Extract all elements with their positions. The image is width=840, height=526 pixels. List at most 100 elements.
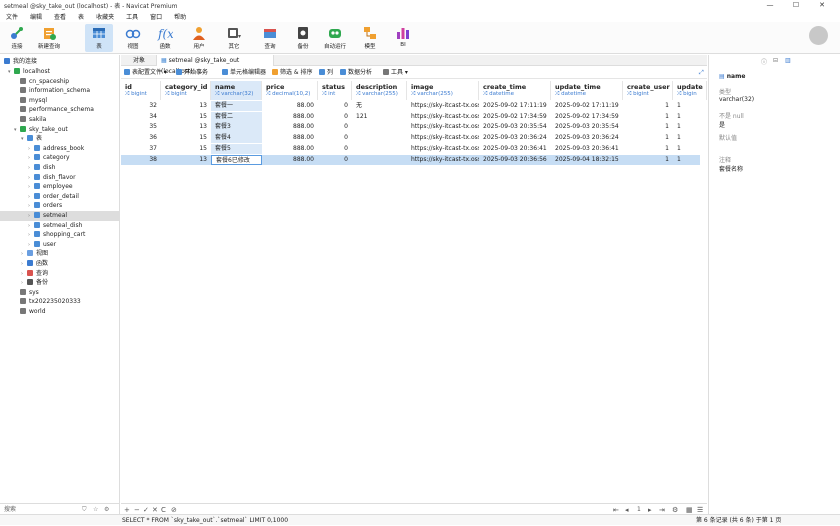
table-cell-category-id[interactable]: 13: [161, 155, 211, 165]
tree-item[interactable]: › orders: [0, 201, 120, 211]
table-cell-category-id[interactable]: 15: [161, 112, 211, 122]
table-cell-create-time[interactable]: 2025-09-02 17:11:19: [479, 101, 551, 111]
menu-edit[interactable]: 编辑: [24, 12, 48, 21]
tree-item[interactable]: › 查询: [0, 269, 120, 279]
sidebar-search[interactable]: 搜索 ⛉ ☆ ⚙: [0, 503, 120, 514]
tree-item[interactable]: › 函数: [0, 259, 120, 269]
table-cell-status[interactable]: 0: [318, 122, 352, 132]
table-cell-update-time[interactable]: 2025-09-03 20:35:54: [551, 122, 623, 132]
user-button[interactable]: 用户: [185, 24, 213, 52]
query-button[interactable]: 查询: [256, 24, 284, 52]
ddl-icon[interactable]: ⊟: [773, 57, 778, 64]
maximize-button[interactable]: ☐: [786, 0, 806, 11]
table-cell-category-id[interactable]: 15: [161, 144, 211, 154]
table-cell-category-id[interactable]: 13: [161, 101, 211, 111]
table-cell-status[interactable]: 0: [318, 155, 352, 165]
tree-item[interactable]: ▾ localhost: [0, 67, 120, 77]
column-header[interactable]: id ⤮ bigint: [121, 81, 161, 100]
table-cell-create-user[interactable]: 1: [623, 133, 673, 143]
profile-button[interactable]: 表配置文件 ▾: [124, 67, 167, 79]
view-button[interactable]: 视图: [119, 24, 147, 52]
table-cell-update-time[interactable]: 2025-09-03 20:36:41: [551, 144, 623, 154]
expand-icon[interactable]: ⤢: [699, 67, 704, 79]
table-cell-update-time[interactable]: 2025-09-04 18:32:15: [551, 155, 623, 165]
table-cell-create-time[interactable]: 2025-09-03 20:35:54: [479, 122, 551, 132]
search-input[interactable]: 搜索: [4, 506, 16, 513]
tree-item[interactable]: › address_book: [0, 144, 120, 154]
column-header[interactable]: category_id ⤮ bigint: [161, 81, 211, 100]
tree-item[interactable]: world: [0, 307, 120, 317]
menu-help[interactable]: 帮助: [168, 12, 192, 21]
table-cell-update-time[interactable]: 2025-09-02 17:34:59: [551, 112, 623, 122]
tree-item[interactable]: information_schema: [0, 86, 120, 96]
table-cell-image[interactable]: https://sky-itcast-tx.oss: [407, 122, 479, 132]
tree-item[interactable]: › 视图: [0, 249, 120, 259]
menu-tools[interactable]: 工具: [120, 12, 144, 21]
table-cell-description[interactable]: 121: [352, 112, 407, 122]
column-header[interactable]: status ⤮ int: [318, 81, 352, 100]
table-row[interactable]: 37 15 套餐5 888.00 0 https://sky-itcast-tx.oss 2…: [121, 143, 700, 155]
table-cell-category-id[interactable]: 13: [161, 122, 211, 132]
tree-item[interactable]: sys: [0, 288, 120, 298]
backup-button[interactable]: 备份: [289, 24, 317, 52]
column-header[interactable]: create_user ⤮ bigint: [623, 81, 673, 100]
table-cell-update[interactable]: 1: [673, 155, 707, 165]
tree-item[interactable]: tx202235020333: [0, 297, 120, 307]
table-cell-category-id[interactable]: 15: [161, 133, 211, 143]
table-cell-status[interactable]: 0: [318, 101, 352, 111]
data-analysis-button[interactable]: 数据分析: [340, 67, 372, 79]
table-cell-update[interactable]: 1: [673, 144, 707, 154]
table-button[interactable]: 表: [85, 24, 113, 52]
column-header[interactable]: description ⤮ varchar(255): [352, 81, 407, 100]
column-header[interactable]: price ⤮ decimal(10,2): [262, 81, 318, 100]
table-cell-image[interactable]: https://sky-itcast-tx.oss: [407, 155, 479, 165]
tree-item[interactable]: sakila: [0, 115, 120, 125]
tree-item[interactable]: › dish: [0, 163, 120, 173]
tree-item[interactable]: ▾ sky_take_out: [0, 125, 120, 135]
table-cell-update[interactable]: 1: [673, 101, 707, 111]
begin-transaction-button[interactable]: 开始事务: [176, 67, 208, 79]
info-icon[interactable]: ⓘ: [761, 57, 767, 66]
other-button[interactable]: ▾ 其它: [220, 24, 248, 52]
table-cell-name[interactable]: 套餐3: [211, 122, 262, 133]
tree-item[interactable]: › dish_flavor: [0, 173, 120, 183]
tree-item[interactable]: › employee: [0, 182, 120, 192]
table-cell-name[interactable]: 套餐4: [211, 133, 262, 144]
tree-item[interactable]: performance_schema: [0, 105, 120, 115]
table-cell-description[interactable]: 无: [352, 101, 407, 111]
table-cell-description[interactable]: [352, 144, 407, 154]
table-cell-create-time[interactable]: 2025-09-03 20:36:56: [479, 155, 551, 165]
table-cell-description[interactable]: [352, 133, 407, 143]
menu-view[interactable]: 查看: [48, 12, 72, 21]
panel-icon[interactable]: ▥: [785, 57, 791, 64]
automation-button[interactable]: 自动运行: [321, 24, 349, 52]
column-header[interactable]: update ⤮ bigin: [673, 81, 707, 100]
table-row[interactable]: ▕ 38 13 套餐6已修改 888.00 0 https://sky-itcast-tx.…: [121, 154, 700, 165]
table-cell-update-time[interactable]: 2025-09-03 20:36:24: [551, 133, 623, 143]
tree-item[interactable]: › user: [0, 240, 120, 250]
table-cell-create-user[interactable]: 1: [623, 101, 673, 111]
table-row[interactable]: 34 15 套餐二 888.00 0 121 https://sky-itcast-tx.o…: [121, 111, 700, 123]
table-cell-price[interactable]: 888.00: [262, 155, 318, 165]
function-button[interactable]: f(x) 函数: [151, 24, 179, 52]
model-button[interactable]: 模型: [356, 24, 384, 52]
table-cell-update[interactable]: 1: [673, 133, 707, 143]
table-cell-price[interactable]: 888.00: [262, 112, 318, 122]
table-cell-update[interactable]: 1: [673, 122, 707, 132]
table-cell-create-user[interactable]: 1: [623, 112, 673, 122]
table-cell-name[interactable]: 套餐6已修改: [211, 154, 262, 165]
table-cell-image[interactable]: https://sky-itcast-tx.oss: [407, 133, 479, 143]
cell-editor-button[interactable]: 单元格编辑器: [222, 67, 266, 79]
table-cell-price[interactable]: 888.00: [262, 133, 318, 143]
table-cell-name[interactable]: 套餐5: [211, 143, 262, 155]
column-header[interactable]: create_time ⤮ datetime: [479, 81, 551, 100]
close-button[interactable]: ✕: [812, 0, 832, 11]
column-header[interactable]: image ⤮ varchar(255): [407, 81, 479, 100]
minimize-button[interactable]: —: [760, 0, 780, 11]
table-cell-id[interactable]: 38: [121, 155, 161, 165]
column-header[interactable]: update_time ⤮ datetime: [551, 81, 623, 100]
table-cell-create-time[interactable]: 2025-09-02 17:34:59: [479, 112, 551, 122]
menu-file[interactable]: 文件: [0, 12, 24, 21]
filter-sort-button[interactable]: 筛选 & 排序: [272, 67, 313, 79]
bi-button[interactable]: BI: [389, 24, 417, 52]
